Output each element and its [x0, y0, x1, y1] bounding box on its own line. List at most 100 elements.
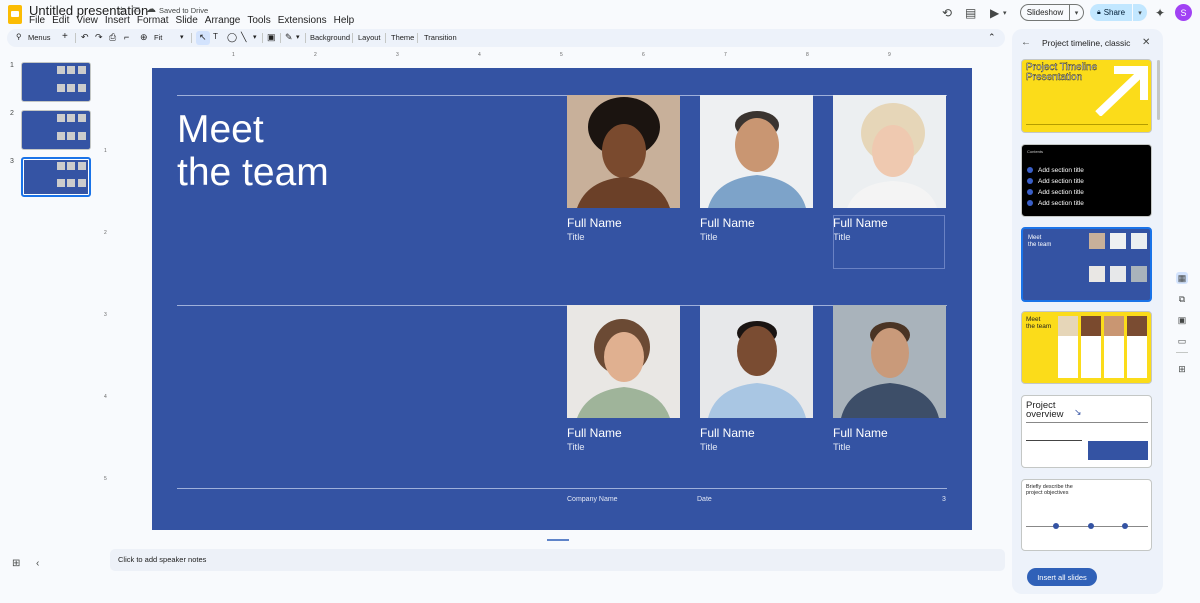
team-photo-3[interactable] — [833, 95, 946, 208]
member-title[interactable]: Title — [700, 232, 718, 243]
page-number[interactable]: 3 — [942, 496, 946, 503]
template-meet-team-blue[interactable]: Meet the team — [1021, 227, 1152, 302]
undo-icon[interactable]: ↶ — [81, 32, 89, 43]
new-slide-icon[interactable]: + — [62, 31, 68, 42]
menu-file[interactable]: File — [29, 15, 45, 26]
member-name[interactable]: Full Name — [700, 426, 755, 440]
template-project-overview[interactable]: Project overview ↘ — [1021, 395, 1152, 468]
slideshow-dropdown-icon[interactable]: ▾ — [1070, 4, 1084, 21]
template-meet-team-yellow[interactable]: Meet the team — [1021, 311, 1152, 384]
redo-icon[interactable]: ↷ — [95, 32, 103, 43]
history-icon[interactable]: ⟲ — [942, 5, 952, 21]
copy-icon[interactable]: ⧉ — [1176, 293, 1188, 305]
team-photo-6[interactable] — [833, 305, 946, 418]
ruler-tick: 2 — [104, 230, 107, 236]
menu-tools[interactable]: Tools — [247, 15, 270, 26]
folder-icon[interactable]: ▭ — [131, 4, 140, 15]
keep-icon[interactable]: ▣ — [1176, 314, 1188, 326]
zoom-select[interactable]: Fit — [154, 33, 162, 42]
notes-resize-handle[interactable] — [547, 539, 569, 541]
template-contents[interactable]: Contents Add section title Add section t… — [1021, 144, 1152, 217]
menu-help[interactable]: Help — [334, 15, 355, 26]
close-icon[interactable]: ✕ — [1142, 37, 1150, 48]
divider-line — [177, 488, 947, 489]
member-title[interactable]: Title — [833, 442, 851, 453]
paint-format-icon[interactable]: ⌐ — [124, 32, 129, 42]
slide-thumbnail-1[interactable] — [21, 62, 91, 102]
shape-icon[interactable]: ◯ — [227, 32, 237, 43]
insert-all-slides-button[interactable]: Insert all slides — [1027, 568, 1097, 586]
member-title[interactable]: Title — [567, 232, 585, 243]
slide-number: 1 — [10, 62, 14, 69]
menu-extensions[interactable]: Extensions — [278, 15, 327, 26]
menu-view[interactable]: View — [76, 15, 98, 26]
theme-button[interactable]: Theme — [391, 33, 414, 42]
member-name[interactable]: Full Name — [567, 216, 622, 230]
ruler-tick: 1 — [104, 148, 107, 154]
drive-folder-icon[interactable]: ▭ — [1176, 335, 1188, 347]
slide-canvas[interactable]: Meet the team Full Name Title Full Name … — [152, 68, 972, 530]
collapse-panel-icon[interactable]: ‹ — [36, 558, 39, 569]
zoom-icon[interactable]: ⊕ — [140, 32, 148, 43]
slideshow-button[interactable]: Slideshow — [1020, 4, 1070, 21]
template-project-objectives[interactable]: Briefly describe the project objectives — [1021, 479, 1152, 551]
slides-template-icon[interactable]: ▦ — [1176, 272, 1188, 284]
team-photo-2[interactable] — [700, 95, 813, 208]
menu-insert[interactable]: Insert — [105, 15, 130, 26]
member-name[interactable]: Full Name — [700, 216, 755, 230]
share-dropdown-icon[interactable]: ▾ — [1133, 4, 1147, 21]
menus-search[interactable]: ⚲ Menus — [10, 31, 60, 45]
team-photo-1[interactable] — [567, 95, 680, 208]
slide-thumbnail-3[interactable] — [21, 157, 91, 197]
selected-textbox[interactable] — [833, 215, 945, 269]
menu-format[interactable]: Format — [137, 15, 169, 26]
member-name[interactable]: Full Name — [833, 426, 888, 440]
slide-title[interactable]: Meet the team — [177, 108, 329, 194]
line-icon[interactable]: ╲ — [241, 32, 246, 43]
select-tool[interactable]: ↖ — [196, 31, 210, 45]
template-title-slide[interactable]: Project Timeline Presentation — [1021, 59, 1152, 133]
pen-dropdown-icon[interactable]: ▾ — [296, 33, 300, 41]
meet-icon[interactable]: ▶ — [990, 5, 999, 21]
meet-dropdown-icon[interactable]: ▾ — [1003, 5, 1007, 21]
slide-thumbnail-2[interactable] — [21, 110, 91, 150]
background-button[interactable]: Background — [310, 33, 350, 42]
template-title: Briefly describe the project objectives — [1026, 484, 1073, 496]
print-icon[interactable]: ⎙ — [109, 32, 116, 43]
menu-arrange[interactable]: Arrange — [205, 15, 241, 26]
panel-scrollbar[interactable] — [1157, 60, 1160, 120]
member-name[interactable]: Full Name — [567, 426, 622, 440]
toolbar: ⚲ Menus + ↶ ↷ ⎙ ⌐ ⊕ Fit ▾ ↖ T ◯ ╲ ▾ ▣ ✎ … — [7, 29, 1005, 47]
pen-icon[interactable]: ✎ — [285, 32, 293, 43]
template-item: Add section title — [1038, 189, 1084, 196]
line-dropdown-icon[interactable]: ▾ — [253, 33, 257, 41]
text-box-icon[interactable]: T — [213, 32, 218, 41]
menu-edit[interactable]: Edit — [52, 15, 69, 26]
collapse-toolbar-icon[interactable]: ⌃ — [988, 32, 996, 43]
footer-company[interactable]: Company Name — [567, 496, 618, 503]
menu-slide[interactable]: Slide — [176, 15, 198, 26]
save-status: Saved to Drive — [159, 6, 209, 15]
layout-button[interactable]: Layout — [358, 33, 381, 42]
gemini-icon[interactable]: ✦ — [1155, 5, 1165, 21]
transition-button[interactable]: Transition — [424, 33, 457, 42]
template-contents-header: Contents — [1027, 149, 1044, 154]
template-item: Add section title — [1038, 167, 1084, 174]
avatar[interactable]: S — [1175, 4, 1192, 21]
speaker-notes[interactable]: Click to add speaker notes — [110, 549, 1005, 571]
team-photo-5[interactable] — [700, 305, 813, 418]
comments-icon[interactable]: ▤ — [965, 5, 976, 21]
grid-view-icon[interactable]: ⊞ — [12, 558, 20, 569]
zoom-dropdown-icon[interactable]: ▾ — [180, 33, 184, 41]
footer-date[interactable]: Date — [697, 496, 712, 503]
comment-icon[interactable]: ▣ — [267, 32, 276, 43]
slides-logo[interactable] — [8, 5, 22, 24]
member-title[interactable]: Title — [567, 442, 585, 453]
ruler-tick: 1 — [232, 52, 235, 58]
ruler-tick: 4 — [104, 394, 107, 400]
back-arrow-icon[interactable]: ← — [1021, 37, 1031, 48]
add-on-icon[interactable]: ⊞ — [1176, 363, 1188, 375]
team-photo-4[interactable] — [567, 305, 680, 418]
member-title[interactable]: Title — [700, 442, 718, 453]
share-button[interactable]: 🔒︎ Share — [1090, 4, 1132, 21]
